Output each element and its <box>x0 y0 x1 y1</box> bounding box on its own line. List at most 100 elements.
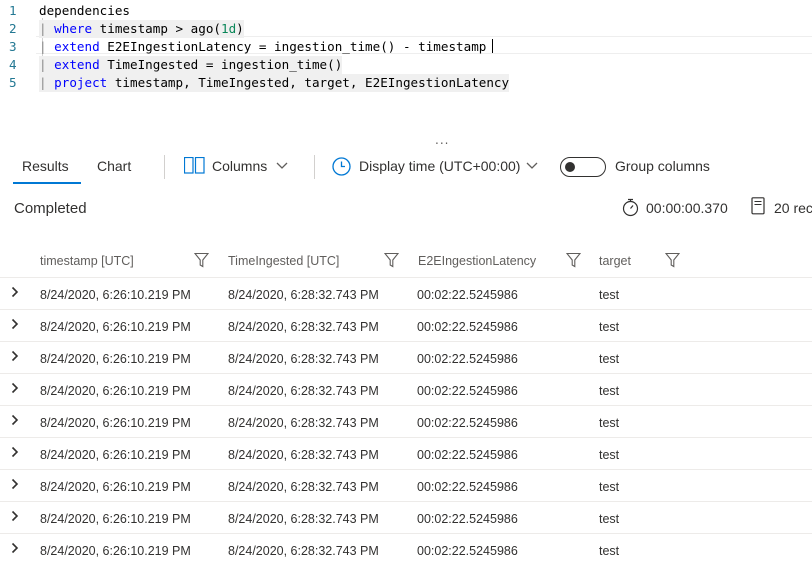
table-cell: test <box>599 352 620 366</box>
chevron-right-icon[interactable] <box>10 286 20 298</box>
code-token: dependencies <box>39 3 130 18</box>
table-row[interactable]: 8/24/2020, 6:26:10.219 PM 8/24/2020, 6:28… <box>0 438 812 470</box>
code-token: timestamp > ago( <box>92 21 221 36</box>
code-token: 1d <box>221 21 237 36</box>
query-status-bar: Completed 00:00:00.370 20 rec <box>0 190 812 226</box>
code-text: dependencies <box>39 2 130 20</box>
code-line[interactable]: 3 | extend E2EIngestionLatency = ingestio… <box>0 38 812 56</box>
table-cell: 8/24/2020, 6:28:32.743 PM <box>228 448 379 462</box>
chevron-right-icon[interactable] <box>10 542 20 554</box>
table-cell: 8/24/2020, 6:26:10.219 PM <box>40 512 191 526</box>
code-line[interactable]: 1 dependencies <box>0 2 812 20</box>
table-cell: 00:02:22.5245986 <box>417 384 518 398</box>
table-cell: 00:02:22.5245986 <box>417 288 518 302</box>
columns-icon <box>184 157 205 174</box>
table-cell: 00:02:22.5245986 <box>417 320 518 334</box>
table-cell: test <box>599 448 620 462</box>
column-header-label: E2EIngestionLatency <box>418 254 537 268</box>
code-line[interactable]: 4 | extend TimeIngested = ingestion_time(… <box>0 56 812 74</box>
table-row[interactable]: 8/24/2020, 6:26:10.219 PM 8/24/2020, 6:28… <box>0 470 812 502</box>
table-cell: 8/24/2020, 6:26:10.219 PM <box>40 480 191 494</box>
code-text: | where timestamp > ago(1d) <box>39 20 244 38</box>
table-cell: test <box>599 288 620 302</box>
chevron-down-icon <box>526 162 538 169</box>
table-cell: 8/24/2020, 6:28:32.743 PM <box>228 288 379 302</box>
code-token: extend <box>54 39 100 54</box>
code-token: ) <box>236 21 244 36</box>
table-cell: 8/24/2020, 6:26:10.219 PM <box>40 288 191 302</box>
table-cell: 8/24/2020, 6:26:10.219 PM <box>40 320 191 334</box>
filter-icon[interactable] <box>194 252 209 268</box>
table-cell: test <box>599 320 620 334</box>
table-cell: 8/24/2020, 6:26:10.219 PM <box>40 448 191 462</box>
table-row[interactable]: 8/24/2020, 6:26:10.219 PM 8/24/2020, 6:28… <box>0 278 812 310</box>
table-cell: 00:02:22.5245986 <box>417 480 518 494</box>
table-row[interactable]: 8/24/2020, 6:26:10.219 PM 8/24/2020, 6:28… <box>0 374 812 406</box>
chevron-right-icon[interactable] <box>10 414 20 426</box>
pane-splitter[interactable]: ... <box>435 133 449 147</box>
column-header-label: target <box>599 254 631 268</box>
table-row[interactable]: 8/24/2020, 6:26:10.219 PM 8/24/2020, 6:28… <box>0 534 812 564</box>
display-time-button[interactable]: Display time (UTC+00:00) <box>332 156 542 178</box>
code-token: E2EIngestionLatency = ingestion_time() -… <box>99 39 487 54</box>
table-cell: 8/24/2020, 6:28:32.743 PM <box>228 320 379 334</box>
table-cell: 00:02:22.5245986 <box>417 448 518 462</box>
table-cell: test <box>599 384 620 398</box>
tab-results[interactable]: Results <box>22 158 69 174</box>
group-columns-label: Group columns <box>615 158 710 174</box>
code-token: | <box>39 75 55 90</box>
filter-icon[interactable] <box>566 252 581 268</box>
table-row[interactable]: 8/24/2020, 6:26:10.219 PM 8/24/2020, 6:28… <box>0 406 812 438</box>
filter-icon[interactable] <box>384 252 399 268</box>
query-editor[interactable]: 1 dependencies 2 | where timestamp > ago(1d… <box>0 0 812 136</box>
column-header-label: TimeIngested [UTC] <box>228 254 340 268</box>
line-number: 5 <box>9 75 17 90</box>
columns-label: Columns <box>212 158 268 174</box>
clock-icon <box>332 157 351 176</box>
tab-chart[interactable]: Chart <box>97 158 131 174</box>
query-status: Completed <box>14 200 87 217</box>
table-row[interactable]: 8/24/2020, 6:26:10.219 PM 8/24/2020, 6:28… <box>0 310 812 342</box>
column-header-label: timestamp [UTC] <box>40 254 134 268</box>
columns-button[interactable]: Columns <box>184 156 294 178</box>
table-cell: test <box>599 544 620 558</box>
table-cell: 8/24/2020, 6:28:32.743 PM <box>228 512 379 526</box>
grid-header: timestamp [UTC] TimeIngested [UTC] E2EIn… <box>0 244 812 278</box>
toolbar-divider <box>164 155 165 179</box>
line-number: 3 <box>9 39 17 54</box>
toolbar-divider <box>314 155 315 179</box>
table-cell: 8/24/2020, 6:26:10.219 PM <box>40 416 191 430</box>
chevron-right-icon[interactable] <box>10 446 20 458</box>
table-row[interactable]: 8/24/2020, 6:26:10.219 PM 8/24/2020, 6:28… <box>0 342 812 374</box>
code-token: timestamp, TimeIngested, target, E2EInge… <box>107 75 510 90</box>
toggle-knob <box>565 162 575 172</box>
filter-icon[interactable] <box>665 252 680 268</box>
chevron-right-icon[interactable] <box>10 478 20 490</box>
table-cell: 8/24/2020, 6:28:32.743 PM <box>228 352 379 366</box>
code-line[interactable]: 2 | where timestamp > ago(1d) <box>0 20 812 38</box>
elapsed-time: 00:00:00.370 <box>646 200 728 216</box>
table-cell: 8/24/2020, 6:28:32.743 PM <box>228 544 379 558</box>
table-cell: 00:02:22.5245986 <box>417 544 518 558</box>
table-cell: 00:02:22.5245986 <box>417 352 518 366</box>
chevron-right-icon[interactable] <box>10 318 20 330</box>
chevron-right-icon[interactable] <box>10 350 20 362</box>
table-cell: test <box>599 416 620 430</box>
table-cell: 8/24/2020, 6:28:32.743 PM <box>228 384 379 398</box>
text-cursor <box>492 39 494 53</box>
chevron-right-icon[interactable] <box>10 382 20 394</box>
line-number: 1 <box>9 3 17 18</box>
code-text: | extend TimeIngested = ingestion_time() <box>39 56 343 74</box>
table-cell: 8/24/2020, 6:26:10.219 PM <box>40 544 191 558</box>
chevron-right-icon[interactable] <box>10 510 20 522</box>
code-token: | <box>39 39 55 54</box>
code-text: | extend E2EIngestionLatency = ingestion… <box>39 38 494 56</box>
code-token: where <box>54 21 93 36</box>
table-cell: 8/24/2020, 6:28:32.743 PM <box>228 480 379 494</box>
records-icon <box>751 197 765 215</box>
table-row[interactable]: 8/24/2020, 6:26:10.219 PM 8/24/2020, 6:28… <box>0 502 812 534</box>
code-line[interactable]: 5 | project timestamp, TimeIngested, targ… <box>0 74 812 92</box>
display-time-label: Display time (UTC+00:00) <box>359 158 521 174</box>
table-cell: 00:02:22.5245986 <box>417 512 518 526</box>
group-columns-toggle[interactable] <box>560 157 606 177</box>
